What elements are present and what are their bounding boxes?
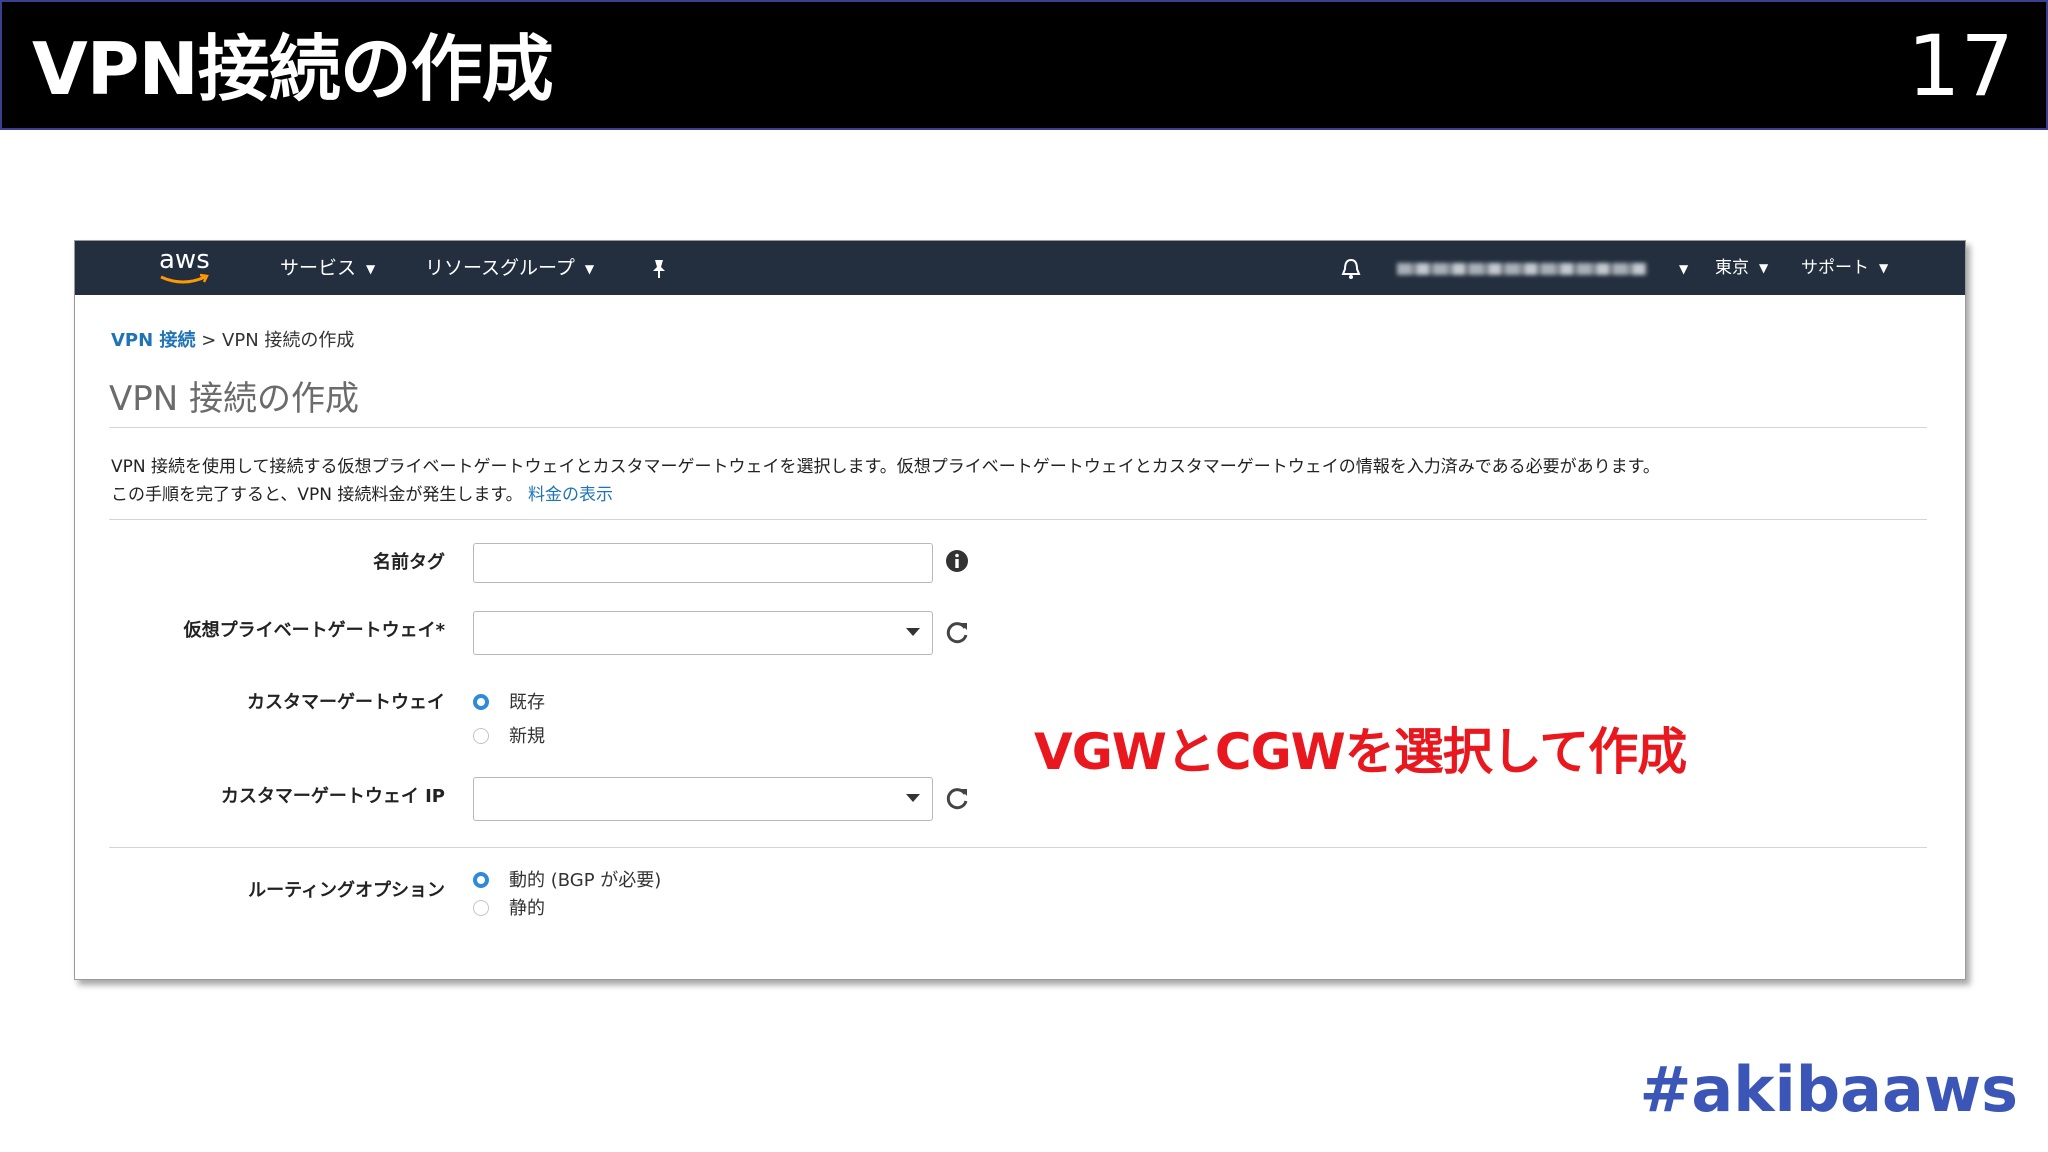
divider	[109, 427, 1927, 428]
pin-shortcut-button[interactable]	[650, 241, 668, 295]
cgw-label: カスタマーゲートウェイ	[247, 692, 445, 713]
account-menu-blurred[interactable]	[1397, 263, 1647, 275]
support-menu[interactable]: サポート ▼	[1801, 241, 1888, 295]
description-line-2: この手順を完了すると、VPN 接続料金が発生します。 料金の表示	[111, 481, 1660, 509]
breadcrumb: VPN 接続 > VPN 接続の作成	[111, 329, 354, 353]
page-description: VPN 接続を使用して接続する仮想プライベートゲートウェイとカスタマーゲートウェ…	[111, 453, 1660, 509]
routing-option-static-label: 静的	[509, 898, 545, 919]
radio-button[interactable]	[473, 694, 489, 710]
name-tag-label: 名前タグ	[373, 552, 445, 573]
account-menu-caret[interactable]: ▼	[1669, 241, 1688, 295]
aws-console-window: aws サービス ▼ リソースグループ ▼ ▼ 東京 ▼ サポート ▼ VPN …	[74, 240, 1966, 980]
chevron-down-icon: ▼	[1759, 261, 1769, 275]
services-menu[interactable]: サービス ▼	[280, 241, 375, 295]
cgw-option-new-label: 新規	[509, 726, 545, 747]
refresh-icon[interactable]	[945, 786, 971, 812]
services-menu-label: サービス	[280, 257, 357, 279]
refresh-icon[interactable]	[945, 620, 971, 646]
pin-icon	[653, 259, 665, 278]
radio-button[interactable]	[473, 872, 489, 888]
cgw-option-existing-label: 既存	[509, 692, 545, 713]
name-tag-input[interactable]	[473, 543, 933, 583]
chevron-down-icon: ▼	[366, 261, 376, 276]
chevron-down-icon: ▼	[1679, 261, 1689, 276]
pricing-link[interactable]: 料金の表示	[528, 485, 613, 505]
slide-page-number: 17	[1907, 17, 2014, 115]
cgw-ip-label: カスタマーゲートウェイ IP	[220, 786, 445, 807]
info-icon[interactable]	[945, 549, 969, 573]
description-line-2-text: この手順を完了すると、VPN 接続料金が発生します。	[111, 485, 523, 505]
chevron-down-icon	[906, 794, 920, 802]
chevron-down-icon: ▼	[1879, 261, 1889, 275]
cgw-ip-select[interactable]	[473, 777, 933, 821]
page-title: VPN 接続の作成	[109, 379, 360, 419]
routing-option-dynamic-label: 動的 (BGP が必要)	[509, 870, 662, 891]
resource-groups-menu[interactable]: リソースグループ ▼	[425, 241, 594, 295]
bell-icon	[1341, 258, 1361, 279]
notifications-button[interactable]	[1340, 241, 1362, 295]
hashtag: #akibaaws	[1639, 1053, 2018, 1126]
region-menu[interactable]: 東京 ▼	[1715, 241, 1768, 295]
slide-header: VPN接続の作成 17	[0, 0, 2048, 130]
divider	[109, 519, 1927, 520]
support-menu-label: サポート	[1801, 258, 1869, 278]
resource-groups-menu-label: リソースグループ	[425, 257, 575, 279]
vgw-label: 仮想プライベートゲートウェイ*	[183, 620, 445, 641]
aws-smile-icon	[160, 273, 209, 284]
breadcrumb-separator: >	[201, 330, 217, 351]
breadcrumb-current: VPN 接続の作成	[222, 330, 355, 351]
region-menu-label: 東京	[1715, 258, 1749, 278]
description-line-1: VPN 接続を使用して接続する仮想プライベートゲートウェイとカスタマーゲートウェ…	[111, 457, 1660, 477]
annotation-caption: VGWとCGWを選択して作成	[1034, 723, 1687, 781]
chevron-down-icon	[906, 628, 920, 636]
aws-logo[interactable]: aws	[153, 245, 213, 289]
breadcrumb-link-vpn-connections[interactable]: VPN 接続	[111, 330, 195, 351]
radio-button[interactable]	[473, 728, 489, 744]
slide-title: VPN接続の作成	[32, 27, 554, 111]
radio-button[interactable]	[473, 900, 489, 916]
divider	[109, 847, 1927, 848]
top-navigation-bar: aws サービス ▼ リソースグループ ▼ ▼ 東京 ▼ サポート ▼	[75, 241, 1965, 295]
vgw-select[interactable]	[473, 611, 933, 655]
routing-options-label: ルーティングオプション	[248, 880, 445, 901]
chevron-down-icon: ▼	[584, 261, 595, 276]
